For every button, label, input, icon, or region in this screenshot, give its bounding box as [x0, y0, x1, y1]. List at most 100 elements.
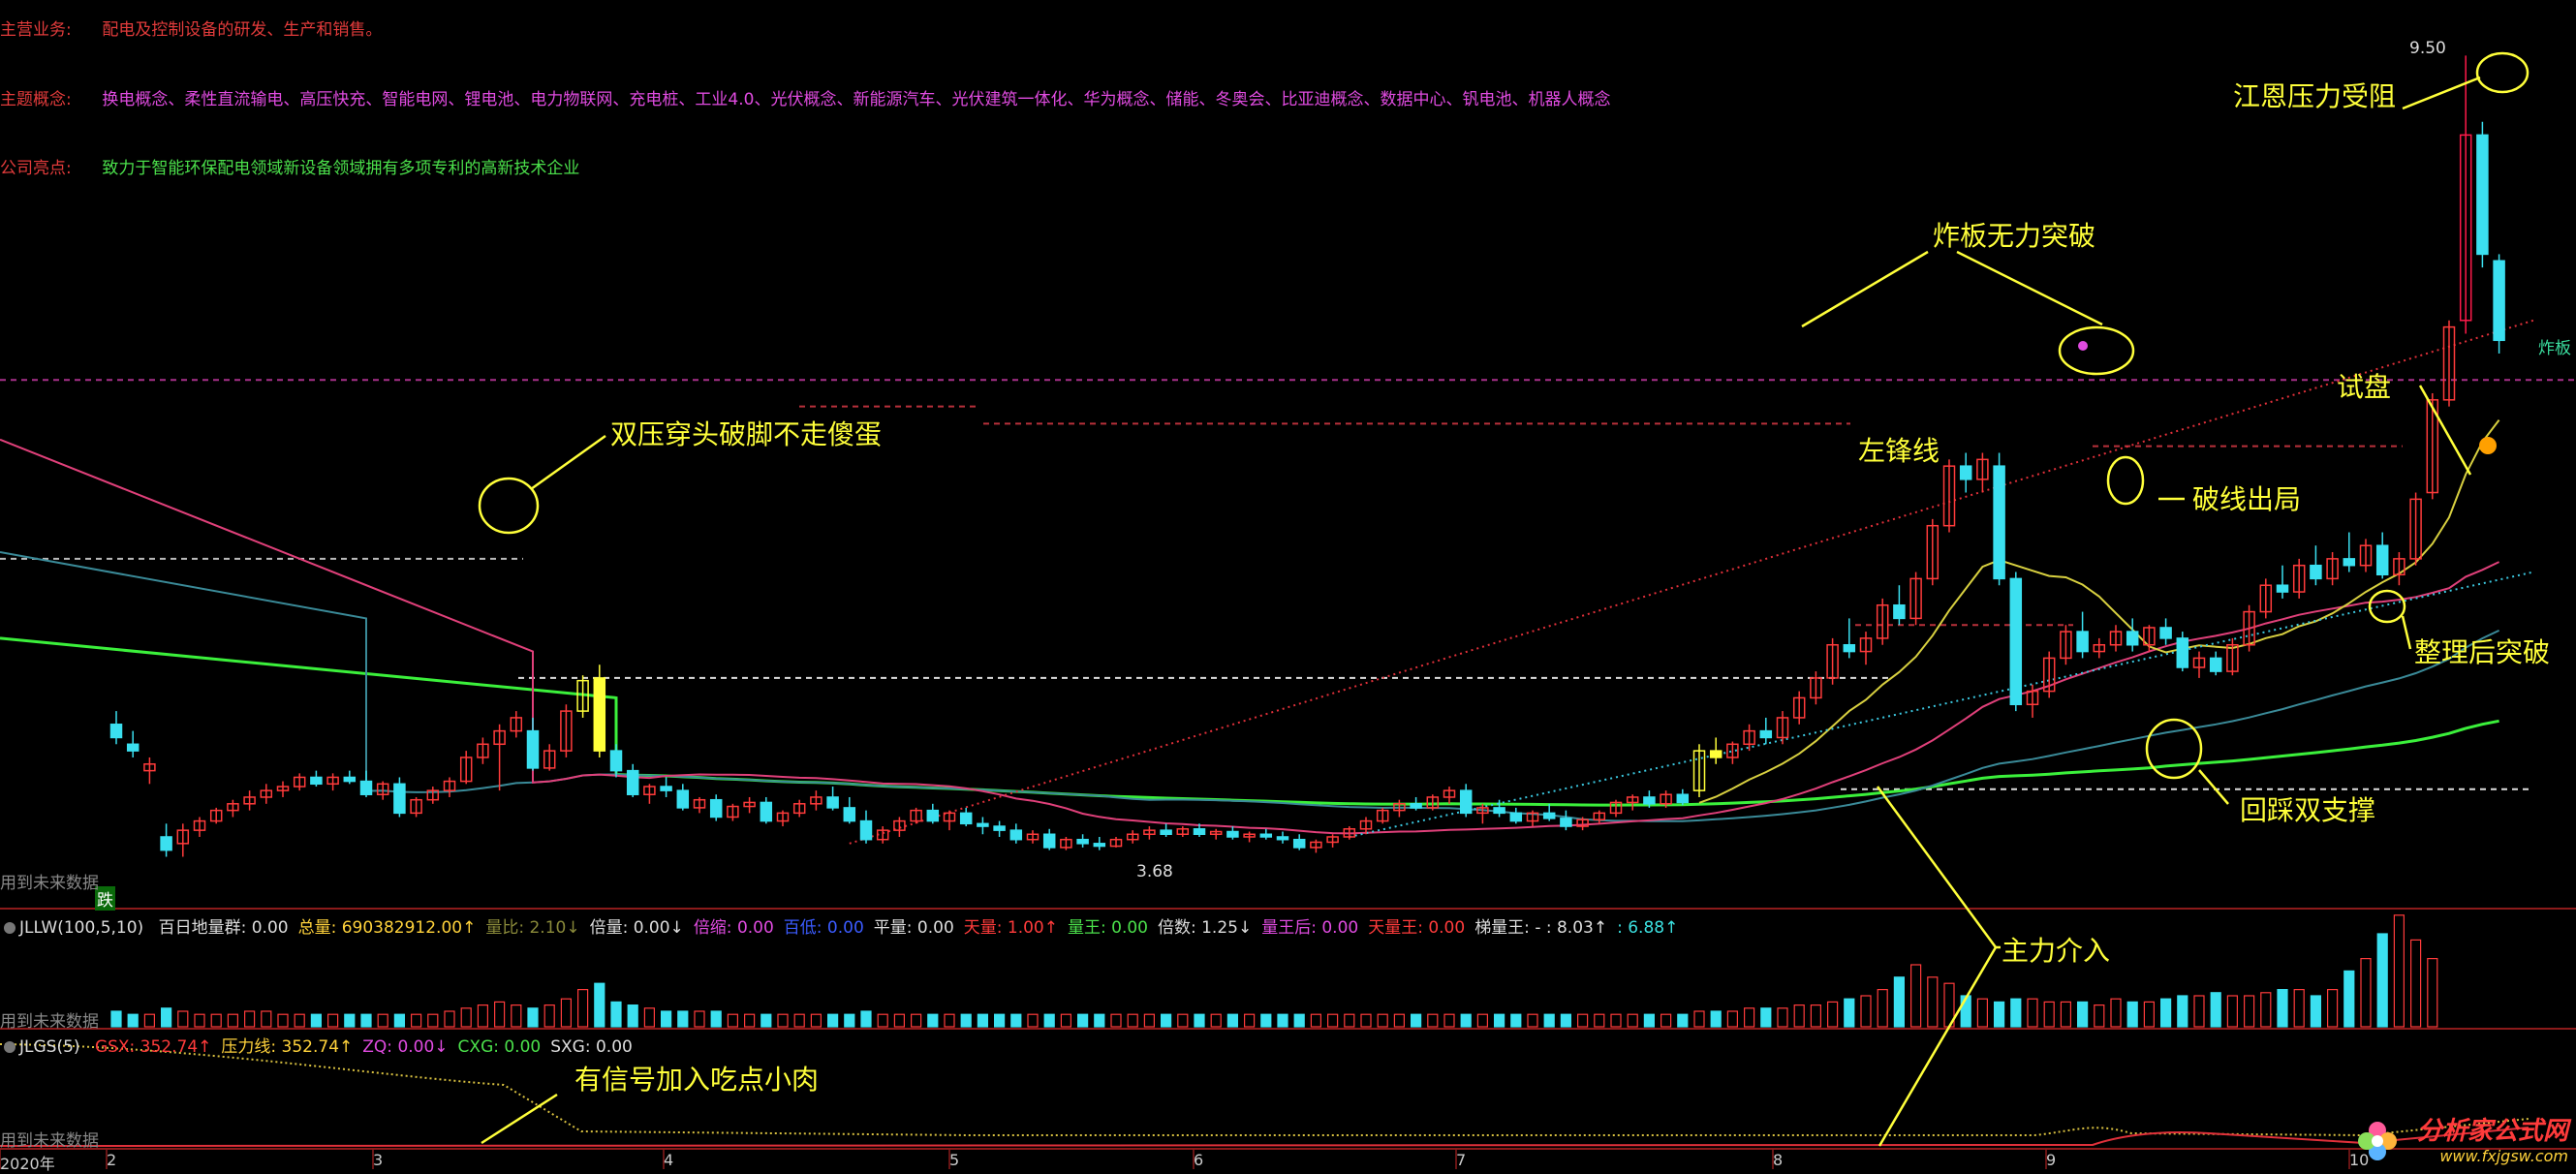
- volume-bar: [826, 1013, 839, 1028]
- candle-body: [926, 809, 940, 822]
- volume-bar: [411, 1013, 422, 1028]
- volume-bar: [360, 1013, 372, 1028]
- volume-bar: [1693, 1010, 1705, 1028]
- annotation-circle: [2368, 589, 2406, 624]
- volume-bar: [194, 1013, 205, 1028]
- candle-body: [1509, 812, 1523, 822]
- volume-bar: [1777, 1007, 1788, 1028]
- candle-body: [959, 812, 973, 825]
- volume-bar: [1877, 988, 1888, 1028]
- volume-bar: [1743, 1007, 1755, 1028]
- volume-bar: [743, 1013, 756, 1028]
- volume-bar: [1027, 1013, 1039, 1028]
- volume-bar: [1976, 998, 1989, 1028]
- volume-bar: [844, 1013, 855, 1028]
- volume-bar: [677, 1010, 689, 1028]
- volume-bar: [2393, 914, 2405, 1028]
- candle-body: [343, 776, 357, 783]
- volume-bar: [1243, 1013, 1256, 1028]
- volume-bar: [594, 982, 605, 1028]
- pressure-indicator-values: GSX: 352.74↑ 压力线: 352.74↑ ZQ: 0.00↓ CXG: 0.…: [95, 1037, 642, 1057]
- volume-bar: [560, 998, 573, 1028]
- indicator-value: GSX: 352.74↑: [94, 1037, 212, 1057]
- volume-bar: [1427, 1013, 1439, 1028]
- volume-bar: [1326, 1013, 1339, 1028]
- signal-dot: [2078, 341, 2088, 351]
- volume-bar: [1476, 1013, 1489, 1028]
- indicator-value: 天量王: 0.00: [1368, 918, 1466, 938]
- volume-bar: [2043, 1001, 2055, 1028]
- low-price-label: 3.68: [1136, 862, 1173, 881]
- candle-body: [1542, 812, 1556, 819]
- volume-bar: [1393, 1013, 1406, 1028]
- indicator-value: 压力线: 352.74↑: [221, 1037, 354, 1057]
- volume-bar: [694, 1010, 705, 1028]
- volume-bar: [1194, 1013, 1205, 1028]
- candle-body: [160, 836, 172, 851]
- volume-bar: [810, 1013, 822, 1028]
- volume-bar: [1110, 1013, 1122, 1028]
- volume-bar: [177, 1010, 189, 1028]
- volume-bar: [2427, 957, 2438, 1028]
- candle-body: [2476, 134, 2489, 256]
- volume-bar: [2160, 998, 2172, 1028]
- volume-bar: [1726, 1010, 1739, 1028]
- candle-body: [2176, 637, 2189, 668]
- volume-bar: [1310, 1013, 1322, 1028]
- indicator-value: 天量: 1.00↑: [963, 918, 1058, 938]
- volume-bar: [2210, 992, 2221, 1028]
- candle-body: [2343, 558, 2356, 567]
- volume-bar: [543, 1004, 555, 1028]
- candle-body: [1226, 830, 1239, 838]
- volume-bar: [977, 1013, 989, 1028]
- candle-body: [859, 819, 873, 841]
- volume-bar: [1710, 1010, 1722, 1028]
- volume-bar: [1627, 1013, 1638, 1028]
- volume-bar: [227, 1013, 238, 1028]
- indicator-menu-icon[interactable]: [4, 1041, 16, 1053]
- annotation-poxian: 破线出局: [2192, 483, 2302, 515]
- indicator-menu-icon[interactable]: [4, 922, 16, 934]
- volume-bar: [1127, 1013, 1138, 1028]
- volume-bar: [1994, 1001, 2005, 1028]
- annotation-connector: [481, 1093, 558, 1145]
- volume-bar: [2293, 988, 2305, 1028]
- volume-bar: [161, 1007, 172, 1028]
- volume-bar: [2110, 998, 2122, 1028]
- volume-bar: [993, 1013, 1006, 1028]
- annotation-huicai: 回踩双支撑: [2240, 794, 2376, 826]
- volume-bar: [444, 1010, 455, 1028]
- volume-bar: [860, 1010, 872, 1028]
- volume-bar: [1344, 1013, 1355, 1028]
- future-data-note-volume: 用到未来数据: [0, 1012, 99, 1032]
- volume-bar: [1610, 1013, 1622, 1028]
- volume-indicator-bar: JLLW(100,5,10) 百日地量群: 0.00 总量: 690382912.…: [0, 913, 1697, 938]
- candle-body: [1410, 803, 1422, 809]
- watermark: 分析家公式网 www.fxjgsw.com: [2417, 1111, 2568, 1165]
- ma-green-line: [0, 636, 2499, 807]
- volume-bar: [344, 1013, 356, 1028]
- candle-body: [1292, 838, 1306, 849]
- volume-indicator-name: JLLW(100,5,10): [19, 918, 144, 938]
- candle-body: [1493, 807, 1505, 815]
- volume-bar: [377, 1013, 388, 1028]
- future-data-note-indicator: 用到未来数据: [0, 1131, 99, 1151]
- volume-bar: [1560, 1013, 1572, 1028]
- annotation-xinhao: 有信号加入吃点小肉: [574, 1064, 820, 1096]
- watermark-flower-icon: [2358, 1122, 2397, 1160]
- indicator-value: ZQ: 0.00↓: [362, 1037, 449, 1057]
- volume-bar: [1377, 1013, 1388, 1028]
- volume-bar: [2327, 988, 2339, 1028]
- volume-bar: [2410, 939, 2422, 1028]
- volume-bar: [1576, 1013, 1589, 1028]
- volume-bar: [127, 1013, 139, 1028]
- volume-bar: [1660, 1013, 1672, 1028]
- ma-teal-line: [0, 551, 2500, 822]
- candle-body: [2310, 564, 2322, 580]
- volume-indicator-values: 百日地量群: 0.00 总量: 690382912.00↑ 量比: 2.10↓ 倍量:…: [159, 918, 1689, 938]
- candle-body: [1459, 789, 1473, 815]
- volume-bar: [2060, 1001, 2071, 1028]
- candle-body: [2493, 260, 2505, 342]
- annotation-zhaban: 炸板无力突破: [1933, 220, 2096, 252]
- gsx-line: [0, 1127, 2529, 1147]
